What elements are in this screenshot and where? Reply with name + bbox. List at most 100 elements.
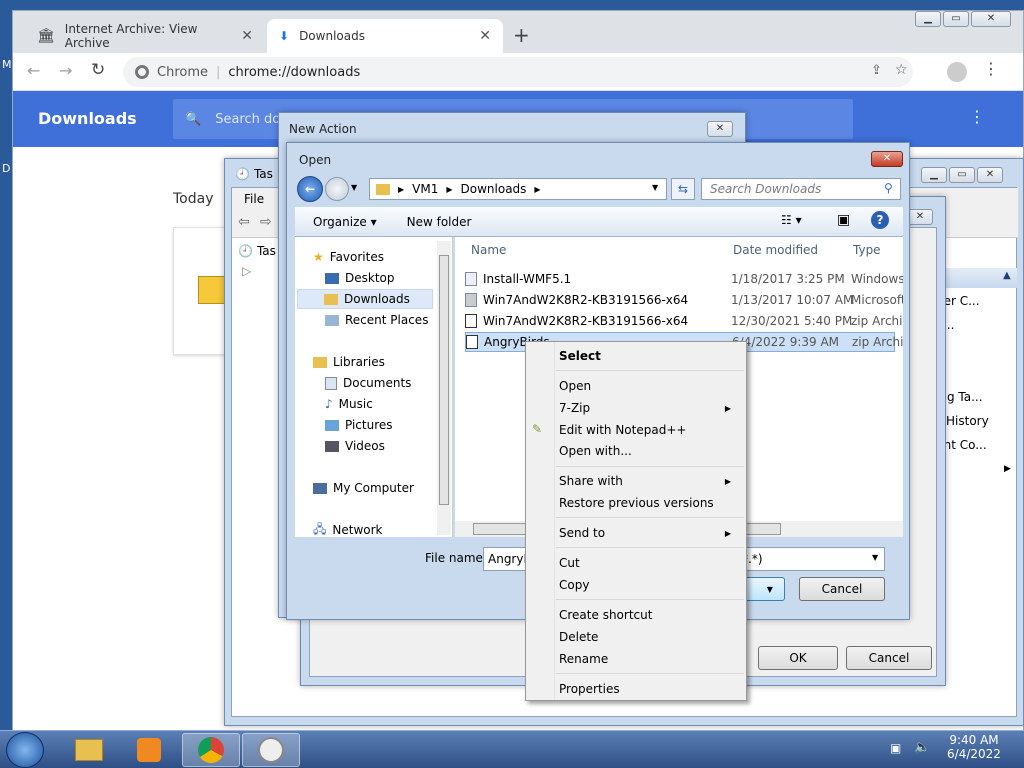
menu-item-edit-notepad[interactable]: Edit with Notepad++ [559,420,739,440]
help-icon[interactable]: ? [871,211,889,229]
tab-label: Internet Archive: View Archive [64,22,198,50]
videos-icon [325,440,339,452]
dialog-title: Open [299,153,332,167]
nav-libraries[interactable]: Libraries [313,352,385,372]
back-icon[interactable]: ← [27,61,40,80]
menu-item-open[interactable]: Open [559,376,739,396]
address-bar[interactable]: ▶ VM1 ▶ Downloads ▶ ▼ [369,178,667,200]
nav-recent-places[interactable]: Recent Places [325,310,428,330]
ok-button[interactable]: OK [758,646,838,670]
omnibox[interactable]: Chrome | chrome://downloads ⇪ ☆ [123,57,913,87]
menu-item-send-to[interactable]: Send to ▶ [559,523,739,543]
back-arrow-icon[interactable]: ⇦ [238,214,250,230]
menu-item-copy[interactable]: Copy [559,575,739,595]
refresh-icon[interactable]: ⇆ [671,178,695,200]
tab-downloads[interactable]: ⬇ Downloads ✕ [267,19,503,53]
desktop-icon-label: M [2,58,12,71]
close-icon[interactable]: ✕ [977,167,1003,183]
menu-item-share-with[interactable]: Share with ▶ [559,471,739,491]
close-tab-icon[interactable]: ✕ [241,28,253,44]
menu-item-rename[interactable]: Rename [559,649,739,669]
action-item[interactable]: History [946,414,989,428]
nav-desktop[interactable]: Desktop [325,268,395,288]
bookmark-star-icon[interactable]: ☆ [895,62,908,78]
reload-icon[interactable]: ↻ [91,60,105,80]
cancel-button[interactable]: Cancel [799,577,885,601]
menu-item-restore-versions[interactable]: Restore previous versions [559,493,739,513]
more-options-icon[interactable]: ⋮ [969,107,985,126]
expand-icon[interactable]: ▷ [242,264,251,278]
menu-item-delete[interactable]: Delete [559,627,739,647]
nav-scrollbar[interactable] [437,241,451,535]
new-tab-button[interactable]: + [513,23,530,47]
collapse-icon[interactable]: ▲ [1003,270,1011,281]
column-date-modified[interactable]: Date modified [733,243,818,257]
maximize-icon[interactable]: ▭ [949,167,975,183]
address-dropdown-icon[interactable]: ▼ [652,183,658,192]
network-tray-icon[interactable]: ▣ [890,741,901,755]
context-menu: Select Open 7-Zip ▶ ✎ Edit with Notepad++… [525,341,747,701]
menu-item-properties[interactable]: Properties [559,679,739,699]
cancel-button[interactable]: Cancel [846,646,932,670]
nav-videos[interactable]: Videos [325,436,385,456]
nav-documents[interactable]: Documents [325,373,411,393]
chevron-down-icon: ▼ [872,553,879,562]
clock-icon: 🕘 [238,244,253,258]
nav-downloads[interactable]: Downloads [297,289,433,309]
menu-kebab-icon[interactable]: ⋮ [983,59,999,78]
share-icon[interactable]: ⇪ [871,63,882,78]
forward-icon[interactable]: → [59,61,72,80]
file-row[interactable]: Win7AndW2K8R2-KB3191566-x64 1/13/2017 10:… [465,290,903,310]
tree-root[interactable]: 🕘 Tas [238,244,276,258]
search-downloads-input[interactable]: Search Downloads ⚲ [701,178,901,200]
explorer-taskbar-icon[interactable] [60,733,118,767]
column-type[interactable]: Type [853,243,881,257]
media-player-taskbar-icon[interactable] [120,733,178,767]
close-icon[interactable]: ✕ [971,11,1011,27]
file-row[interactable]: Install-WMF5.1 1/18/2017 3:25 PM Windows [465,269,903,289]
history-dropdown-icon[interactable]: ▼ [351,183,357,192]
new-folder-button[interactable]: New folder [407,215,472,229]
preview-pane-icon[interactable]: ▣ [837,212,850,228]
back-arrow-icon[interactable]: ← [297,176,323,202]
tab-internet-archive[interactable]: 🏛 Internet Archive: View Archive ✕ [25,19,265,53]
minimize-icon[interactable]: ▁ [915,11,941,27]
forward-arrow-icon[interactable]: ⇨ [260,214,272,230]
profile-avatar[interactable] [947,62,967,82]
page-title: Downloads [38,109,137,128]
file-row[interactable]: Win7AndW2K8R2-KB3191566-x64 12/30/2021 5:… [465,311,903,331]
breadcrumb-item[interactable]: VM1 [412,182,438,196]
filename-label: File name: [425,551,487,565]
chrome-taskbar-icon[interactable] [182,733,240,767]
nav-favorites[interactable]: ★ Favorites [313,247,384,267]
breadcrumb-item[interactable]: Downloads [461,182,527,196]
menu-item-create-shortcut[interactable]: Create shortcut [559,605,739,625]
close-icon[interactable]: ✕ [907,209,933,225]
archive-icon: 🏛 [37,28,55,44]
minimize-icon[interactable]: ▁ [921,167,947,183]
view-options-icon[interactable]: ☷ ▾ [781,213,802,227]
menu-item-select[interactable]: Select [559,346,739,366]
start-button[interactable] [6,732,44,768]
organize-button[interactable]: Organize ▾ [313,215,377,229]
nav-pictures[interactable]: Pictures [325,415,393,435]
nav-music[interactable]: ♪ Music [325,394,373,414]
search-icon: ⚲ [884,181,893,195]
clock[interactable]: 9:40 AM 6/4/2022 [946,733,1002,761]
nav-my-computer[interactable]: My Computer [313,478,414,498]
column-name[interactable]: Name [471,243,506,257]
menu-file[interactable]: File [244,192,264,206]
close-icon[interactable]: ✕ [871,151,903,167]
menu-item-open-with[interactable]: Open with... [559,441,739,461]
close-icon[interactable]: ✕ [707,121,733,137]
menu-item-cut[interactable]: Cut [559,553,739,573]
task-scheduler-taskbar-icon[interactable] [242,733,300,767]
volume-tray-icon[interactable]: 🔈 [914,740,930,755]
close-tab-icon[interactable]: ✕ [479,28,491,44]
maximize-icon[interactable]: ▭ [943,11,969,27]
file-type-filter[interactable]: *.*) ▼ [737,547,885,571]
menu-item-7zip[interactable]: 7-Zip ▶ [559,398,739,418]
forward-arrow-icon[interactable] [325,177,349,201]
submenu-arrow-icon: ▶ [724,528,731,538]
nav-network[interactable]: 🖧 Network [313,520,383,540]
